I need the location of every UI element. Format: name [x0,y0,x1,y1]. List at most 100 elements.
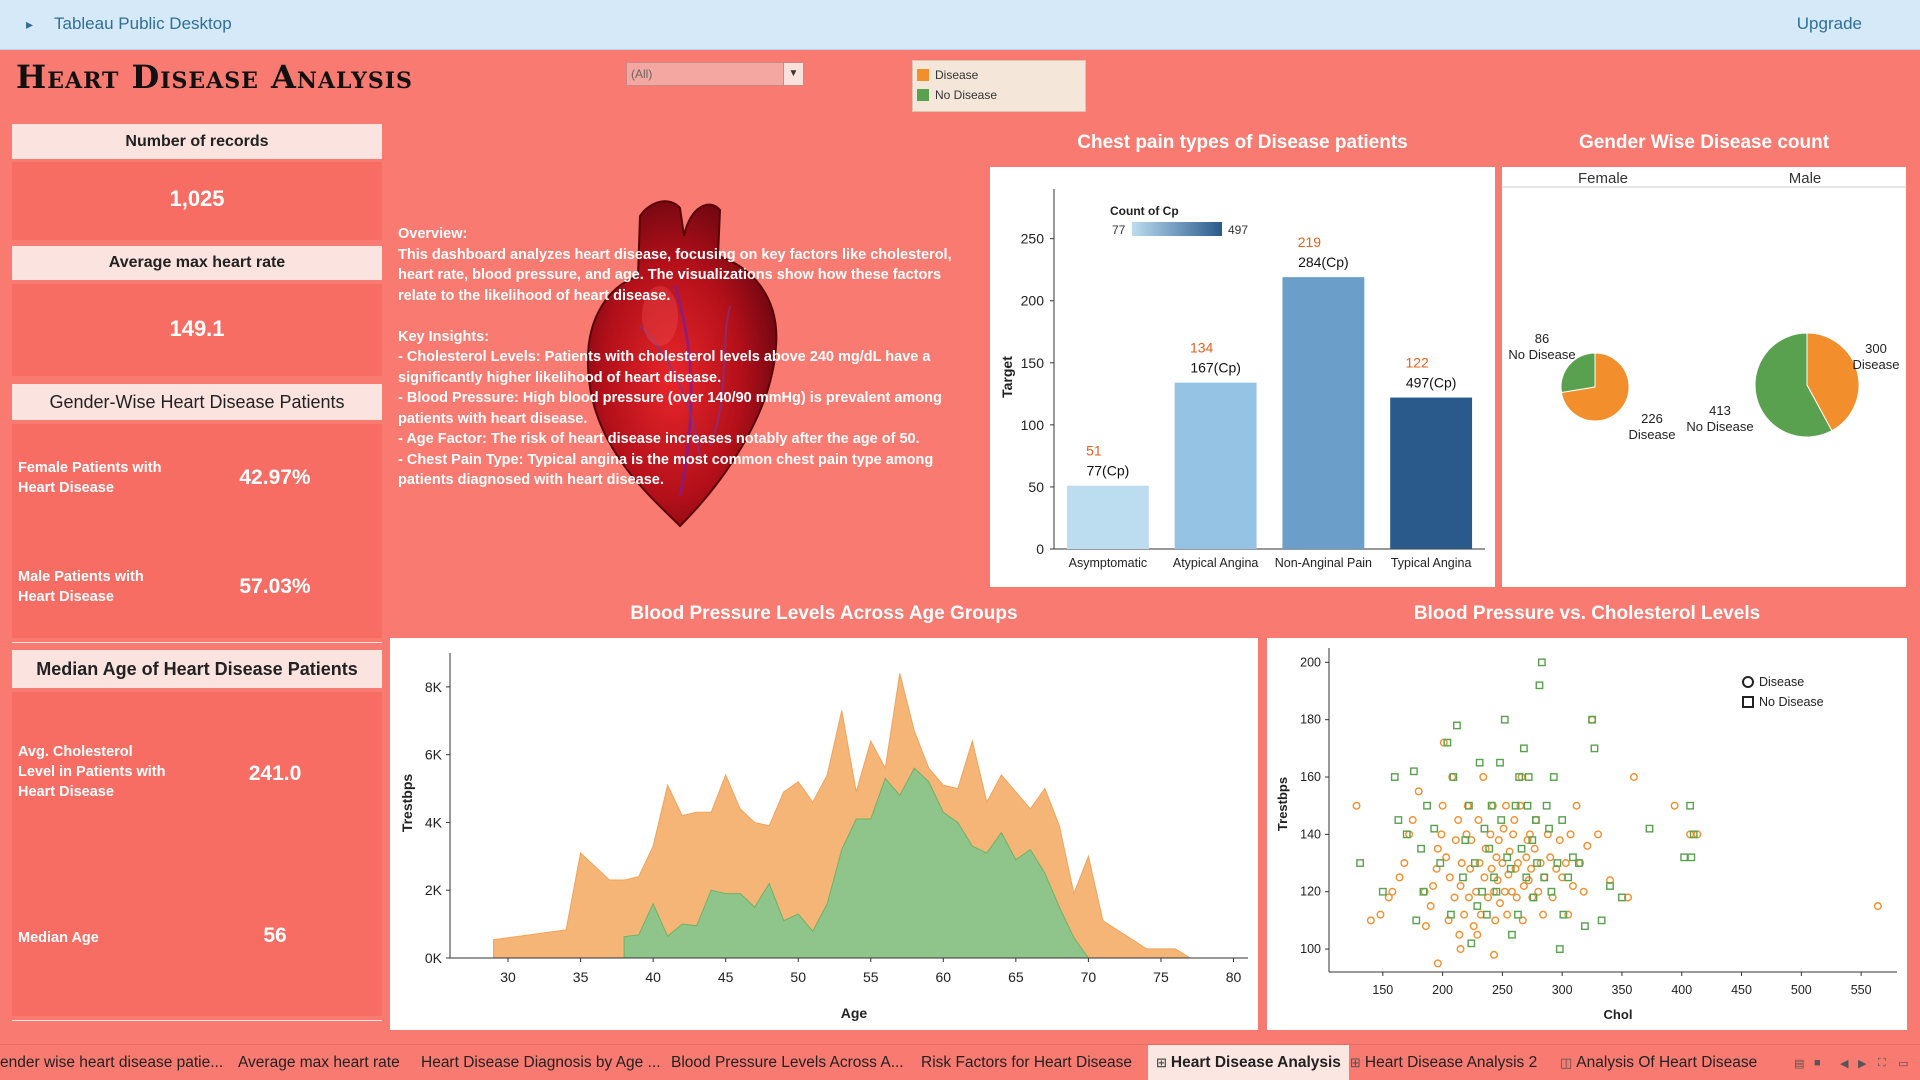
median-age-value: 56 [263,924,287,947]
present-icon[interactable]: ▭ [1898,1057,1908,1070]
bp-age-panel: Trestbps Age 0K 2K 4K 6K 8K 30 35 40 45 50 55 60 65 7… [390,638,1258,1030]
filter-value: (All) [631,67,653,81]
tab-gender-wise[interactable]: ender wise heart disease patie... [0,1054,223,1072]
overview-line: heart rate, blood pressure, and age. The… [398,267,942,283]
point-disease [1352,801,1361,810]
chest-pain-chart[interactable]: Target 0 50 100 150 200 250 Asymptomatic 51 77(… [990,167,1495,587]
point-disease [1491,916,1500,925]
cp-legend-max: 497 [1228,223,1248,237]
median-section-header: Median Age of Heart Disease Patients [12,650,382,688]
female-label-line: Female Patients with [18,460,162,476]
color-legend: Disease No Disease [912,60,1086,112]
point-disease [1501,801,1510,810]
y-tick-label: 120 [1300,885,1321,899]
filter-dropdown[interactable]: (All) ▼ [626,62,804,86]
grid-view-icon[interactable]: ▤ [1794,1057,1804,1070]
point-no-disease [1467,939,1476,948]
overview-line: patients diagnosed with heart disease. [398,472,664,488]
scroll-right-icon[interactable]: ▶ [1858,1057,1866,1070]
scatter-legend: Disease No Disease [1742,675,1824,709]
y-tick-label: 50 [1028,479,1044,495]
story-icon: ◫ [1560,1055,1573,1070]
tab-heart-disease-analysis-2[interactable]: ⊞ Heart Disease Analysis 2 [1350,1054,1537,1072]
legend-item-disease[interactable]: Disease [917,65,1081,85]
bar-count-label: 167(Cp) [1190,360,1241,376]
x-tick-label: 350 [1612,983,1633,997]
tab-bp-levels[interactable]: Blood Pressure Levels Across A... [671,1054,904,1072]
overview-line: patients with heart disease. [398,410,588,427]
y-axis-label: Target [999,356,1015,398]
point-no-disease [1453,721,1461,730]
overview-line: - Chest Pain Type: Typical angina is the… [398,451,934,468]
point-disease [1594,830,1603,839]
scroll-left-icon[interactable]: ◀ [1840,1057,1848,1070]
upgrade-link[interactable]: Upgrade [1797,14,1862,34]
x-tick-label: 60 [936,969,952,985]
cp-legend-title: Count of Cp [1110,204,1179,218]
point-disease [1426,902,1435,911]
point-disease [1421,922,1430,931]
dashboard-icon: ⊞ [1156,1055,1167,1070]
point-no-disease [1680,853,1689,862]
bar [1174,382,1257,549]
app-title: Tableau Public Desktop [54,14,232,33]
filmstrip-view-icon[interactable]: ■ [1814,1057,1821,1069]
heart-rate-header: Average max heart rate [12,246,382,280]
point-disease [1456,881,1465,890]
overview-line: Overview: [398,226,468,242]
point-no-disease [1535,681,1544,690]
point-disease [1530,844,1539,853]
female-patients-value: 42.97% [239,466,311,489]
x-tick-label: 30 [500,969,516,985]
cp-legend-ramp [1132,222,1222,236]
point-disease [1475,859,1484,868]
bp-chol-chart[interactable]: Trestbps Chol 100 120 140 160 180 200 150 200 25… [1267,638,1907,1030]
x-tick-label: 80 [1226,969,1242,985]
point-disease [1480,873,1489,882]
legend-item-no-disease[interactable]: No Disease [917,85,1081,105]
point-no-disease [1508,930,1516,939]
bar-value-label: 219 [1298,234,1322,250]
tab-risk-factors[interactable]: Risk Factors for Heart Disease [921,1054,1132,1072]
point-disease [1490,950,1499,959]
y-tick-label: 150 [1021,355,1045,371]
records-header: Number of records [12,124,382,159]
fullscreen-icon[interactable]: ⛶ [1878,1057,1886,1070]
overview-line [398,306,968,327]
legend-label: Disease [935,68,979,82]
tab-heart-disease-analysis[interactable]: ⊞ Heart Disease Analysis [1148,1045,1349,1080]
y-tick-label: 250 [1021,231,1045,247]
point-no-disease [1555,945,1564,953]
y-tick-label: 100 [1300,942,1321,956]
point-disease [1455,930,1464,939]
gender-pies-chart[interactable]: Female Male 86 No Disease 226 Disease 30… [1502,167,1906,587]
point-disease [1433,959,1442,968]
overview-text: Overview: This dashboard analyzes heart … [398,224,968,491]
point-no-disease [1580,922,1589,931]
tab-diagnosis-by-age[interactable]: Heart Disease Diagnosis by Age ... [421,1054,661,1072]
point-disease [1670,801,1679,810]
point-no-disease [1410,767,1418,776]
bp-chol-title: Blood Pressure vs. Cholesterol Levels [1413,603,1761,624]
point-disease [1583,841,1592,850]
y-axis-label: Trestbps [1275,777,1290,831]
chevron-down-icon[interactable]: ▼ [783,63,803,85]
point-disease [1540,873,1549,882]
point-disease [1495,899,1504,908]
cholesterol-value: 241.0 [248,762,302,785]
gender-pies-panel: Female Male 86 No Disease 226 Disease 30… [1502,167,1906,587]
point-disease [1555,836,1564,845]
y-tick-label: 6K [425,747,443,763]
point-disease [1456,945,1465,954]
point-disease [1507,887,1516,896]
chest-pain-title: Chest pain types of Disease patients [1077,132,1408,153]
y-tick-label: 0 [1036,541,1044,557]
tab-analysis-of-heart-disease[interactable]: ◫ Analysis Of Heart Disease [1560,1054,1757,1072]
bar [1066,485,1149,549]
tab-average-max-heart-rate[interactable]: Average max heart rate [238,1054,400,1072]
y-tick-label: 200 [1021,293,1045,309]
point-disease [1457,859,1466,868]
point-disease [1516,801,1525,810]
legend-swatch-disease [917,69,929,81]
bp-age-chart[interactable]: Trestbps Age 0K 2K 4K 6K 8K 30 35 40 45 50 55 60 65 7… [390,638,1258,1030]
